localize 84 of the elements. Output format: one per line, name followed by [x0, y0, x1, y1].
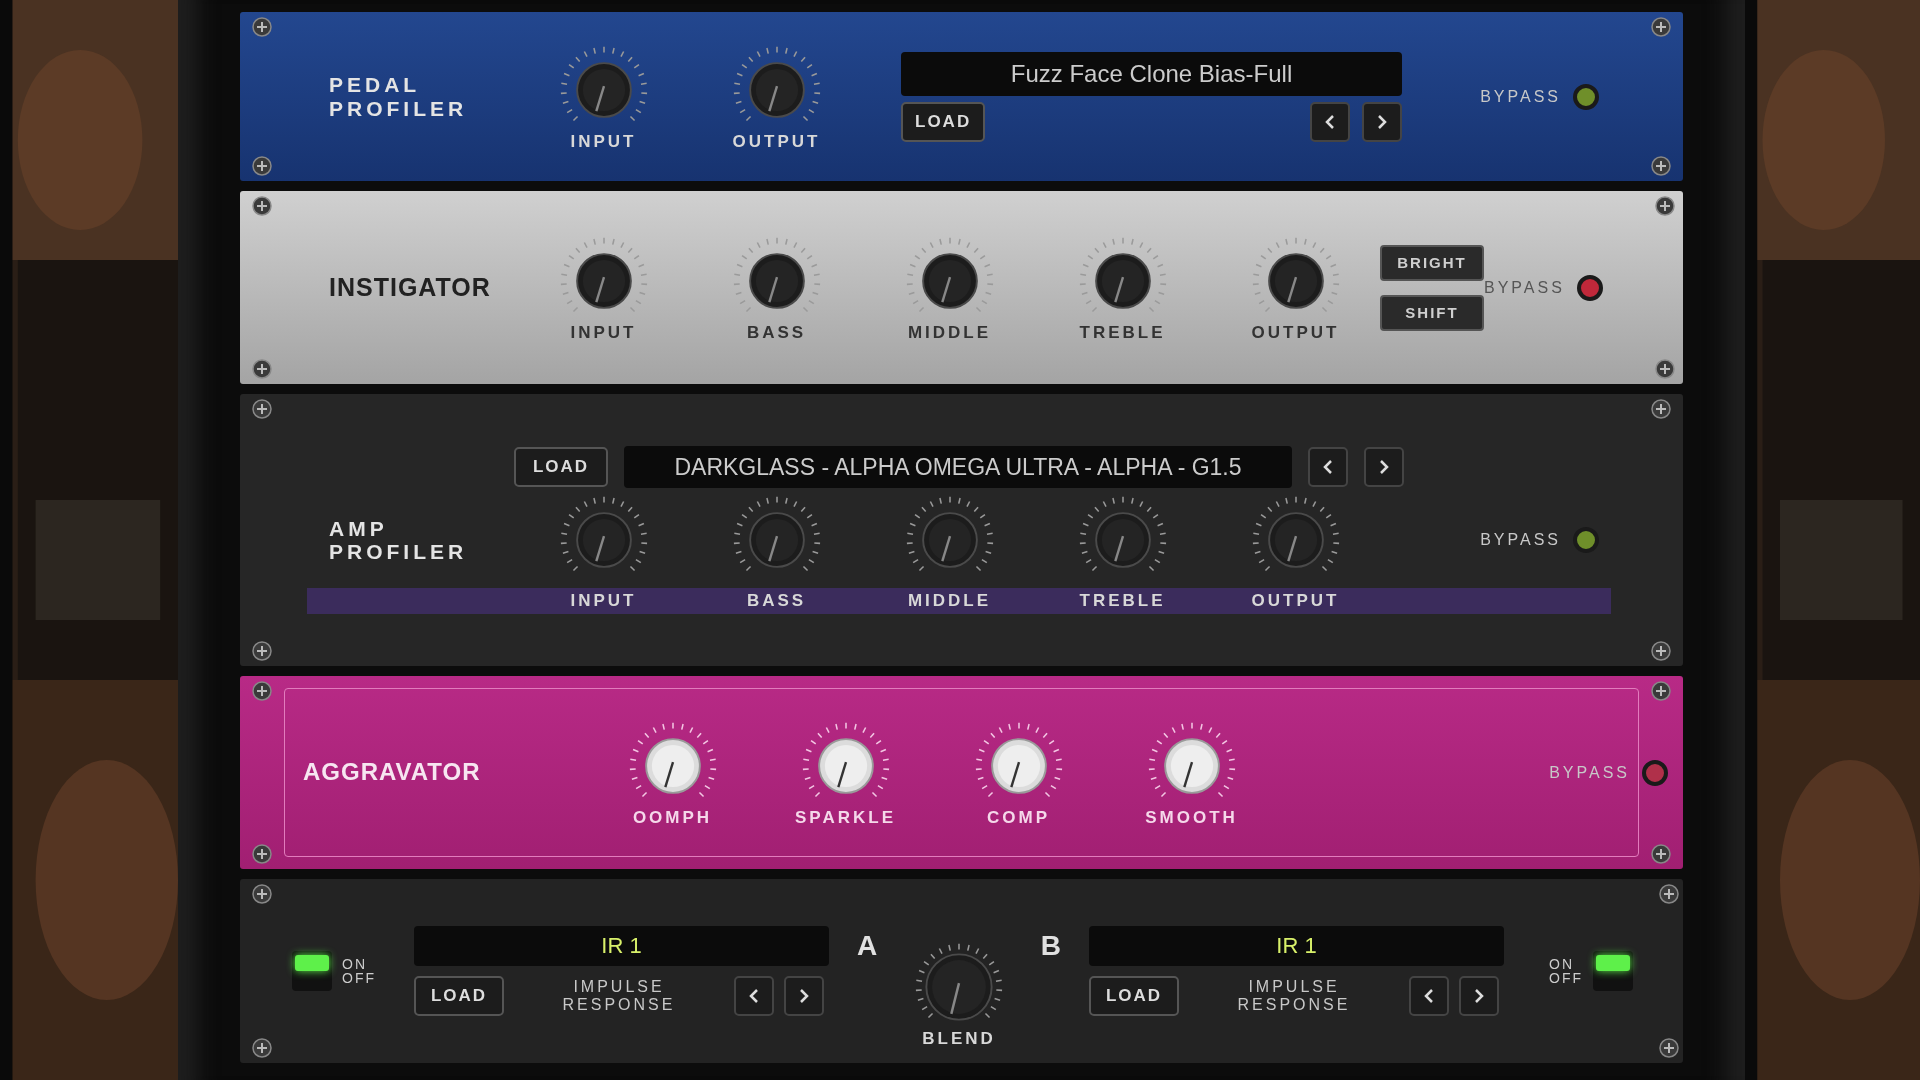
screw-icon: [251, 398, 273, 420]
screw-icon: [251, 155, 273, 177]
power-switch[interactable]: [292, 951, 332, 991]
screw-icon: [251, 16, 273, 38]
screw-icon: [1650, 640, 1672, 662]
screw-icon: [251, 640, 273, 662]
knob-label: TREBLE: [1079, 322, 1166, 343]
arrow-left-icon: [748, 988, 760, 1004]
module-title: PEDAL PROFILER: [328, 73, 469, 120]
screw-icon: [251, 358, 273, 380]
knob-label: MIDDLE: [906, 591, 993, 611]
load-button[interactable]: LOAD: [414, 976, 504, 1016]
screw-icon: [251, 1037, 273, 1059]
screw-icon: [1650, 16, 1672, 38]
on-label: ON: [1549, 957, 1575, 971]
knob-label: BASS: [746, 322, 807, 343]
toggle-button[interactable]: SHIFT: [1380, 294, 1484, 331]
impulse-response-label: IMPULSE RESPONSE: [561, 978, 677, 1014]
knob-label: TREBLE: [1078, 591, 1167, 611]
screw-icon: [1658, 883, 1680, 905]
arrow-right-icon: [798, 988, 810, 1004]
module-title: AGGRAVATOR: [302, 759, 482, 786]
off-label: OFF: [1549, 971, 1583, 985]
screw-icon: [1650, 680, 1672, 702]
impulse-response-label: IMPULSE RESPONSE: [1236, 978, 1352, 1014]
screw-icon: [1650, 398, 1672, 420]
module-title: AMP PROFILER: [328, 516, 469, 564]
knob-label: OOMPH: [632, 807, 713, 828]
bypass-label: BYPASS: [1480, 87, 1561, 106]
ir-display: IR 1: [414, 926, 829, 966]
bypass-led[interactable]: [1576, 274, 1603, 301]
bypass-label: BYPASS: [1549, 763, 1630, 782]
screw-icon: [1653, 358, 1676, 380]
off-label: OFF: [342, 971, 376, 985]
next-button[interactable]: [1364, 447, 1404, 487]
load-button[interactable]: LOAD: [901, 101, 986, 142]
previous-button[interactable]: [734, 976, 774, 1016]
next-button[interactable]: [784, 976, 824, 1016]
screw-icon: [251, 883, 273, 905]
previous-button[interactable]: [1310, 101, 1350, 142]
load-button[interactable]: LOAD: [1089, 976, 1179, 1016]
knob-label: OUTPUT: [1250, 591, 1341, 611]
arrow-left-icon: [1324, 113, 1336, 130]
knob-label: OUTPUT: [1251, 322, 1340, 343]
screw-icon: [251, 195, 273, 217]
knob-label: SMOOTH: [1145, 807, 1238, 828]
screw-icon: [251, 843, 273, 865]
arrow-left-icon: [1322, 459, 1334, 475]
previous-button[interactable]: [1308, 447, 1348, 487]
on-label: ON: [342, 957, 368, 971]
toggle-button[interactable]: BRIGHT: [1380, 244, 1484, 281]
screw-icon: [1650, 843, 1672, 865]
arrow-right-icon: [1378, 459, 1390, 475]
knob-label: SPARKLE: [795, 807, 896, 828]
screw-icon: [251, 680, 273, 702]
knob-label: INPUT: [570, 322, 637, 343]
arrow-right-icon: [1473, 988, 1485, 1004]
module-title: INSTIGATOR: [328, 273, 492, 302]
screw-icon: [1658, 1037, 1680, 1059]
knob-label: INPUT: [569, 591, 638, 611]
knob-label: INPUT: [570, 131, 637, 152]
knob-label: BLEND: [922, 1029, 996, 1049]
arrow-left-icon: [1423, 988, 1435, 1004]
slot-letter: B: [1040, 930, 1061, 962]
slot-letter: A: [857, 930, 878, 962]
bypass-led[interactable]: [1573, 527, 1599, 553]
preset-display: DARKGLASS - ALPHA OMEGA ULTRA - ALPHA - G1.5: [624, 446, 1292, 488]
bypass-led[interactable]: [1573, 83, 1599, 110]
knob-label: COMP: [987, 807, 1050, 828]
knob-label: MIDDLE: [907, 322, 992, 343]
preset-display: Fuzz Face Clone Bias-Full: [901, 51, 1402, 96]
power-switch[interactable]: [1593, 951, 1633, 991]
load-button[interactable]: LOAD: [514, 447, 608, 487]
next-button[interactable]: [1459, 976, 1499, 1016]
bypass-label: BYPASS: [1480, 531, 1561, 549]
bypass-label: BYPASS: [1484, 278, 1565, 297]
arrow-right-icon: [1376, 113, 1388, 130]
previous-button[interactable]: [1409, 976, 1449, 1016]
screw-icon: [1653, 195, 1676, 217]
next-button[interactable]: [1362, 101, 1402, 142]
knob-label: BASS: [745, 591, 808, 611]
knob-label: OUTPUT: [732, 131, 821, 152]
ir-display: IR 1: [1089, 926, 1504, 966]
screw-icon: [1650, 155, 1672, 177]
